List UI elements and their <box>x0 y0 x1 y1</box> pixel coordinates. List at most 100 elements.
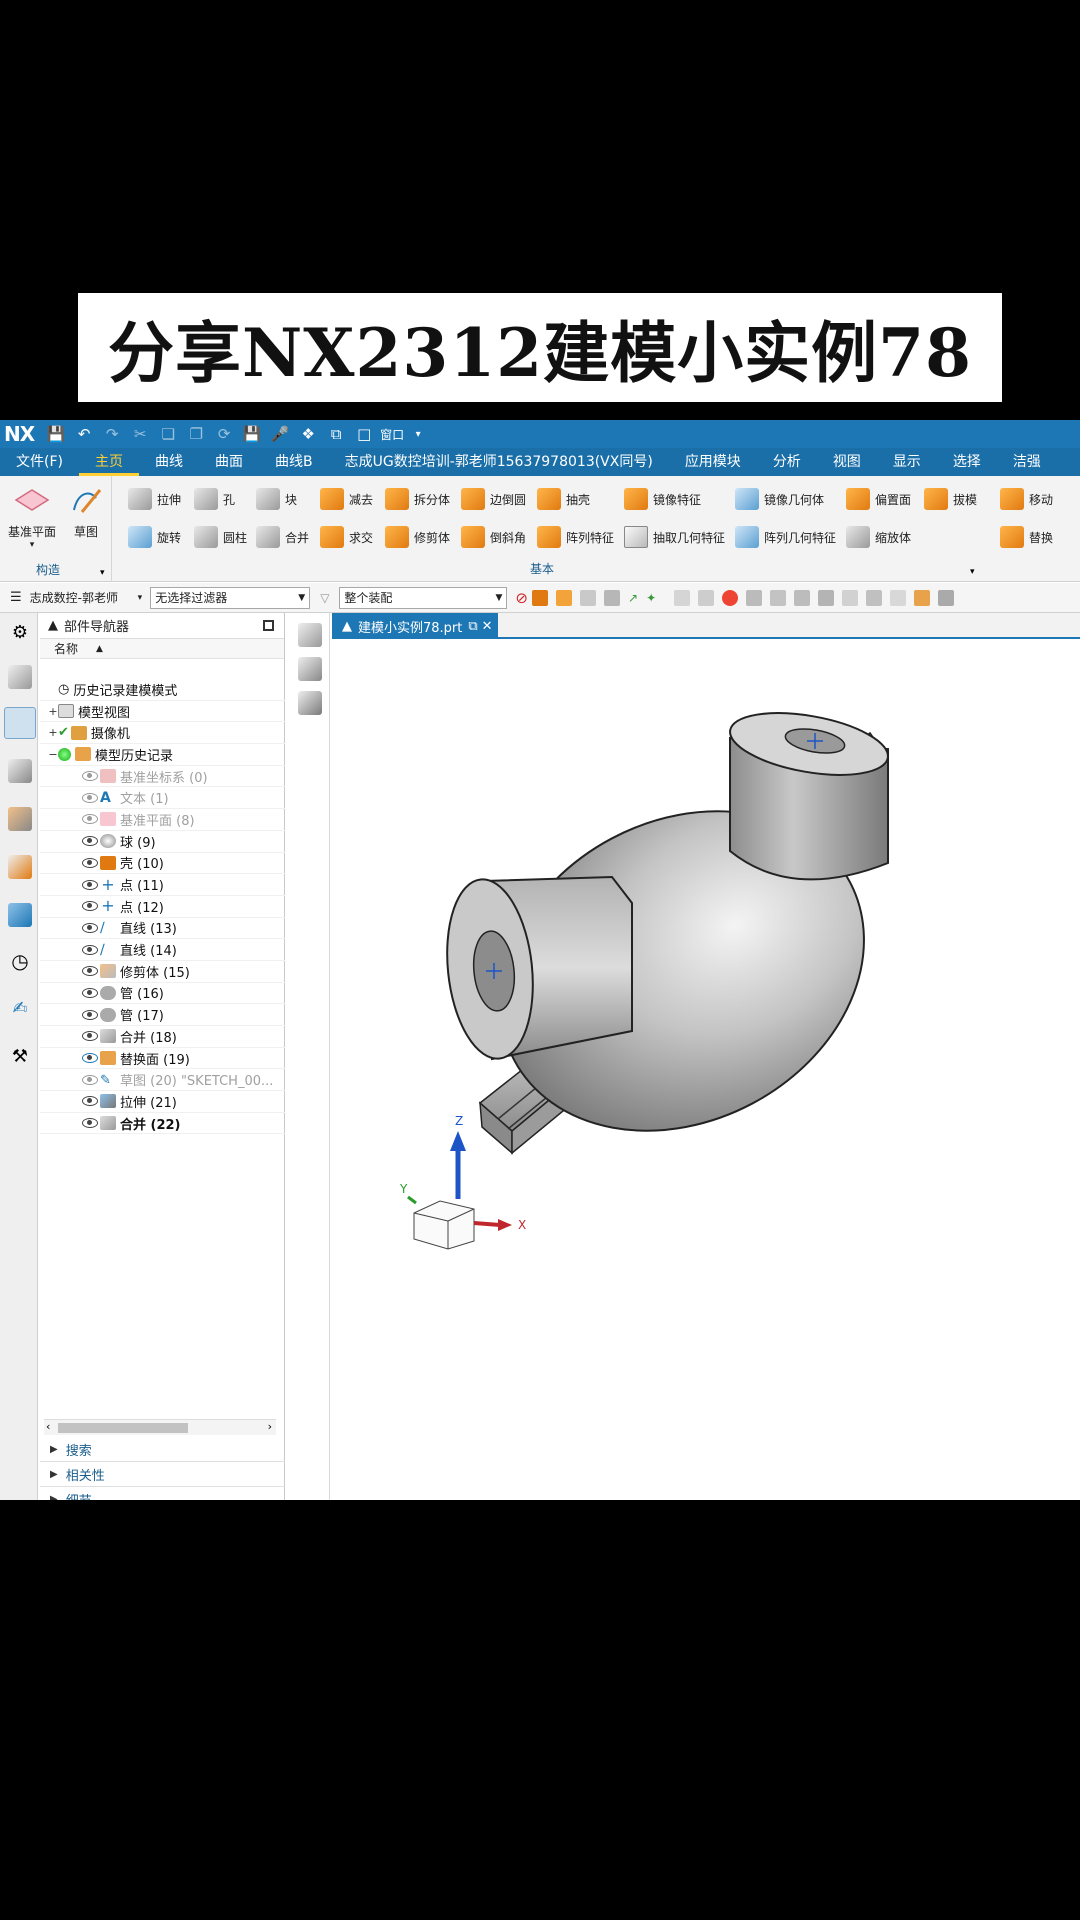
snap-midpoint-icon[interactable] <box>698 589 715 606</box>
web-browser-icon[interactable] <box>8 903 32 927</box>
tree-item-model-history[interactable]: − 模型历史记录 <box>40 744 285 766</box>
paste-icon[interactable]: ❐ <box>185 423 207 445</box>
expand-icon[interactable]: + <box>48 726 58 739</box>
tree-item-text[interactable]: A 文本 (1) <box>40 787 285 810</box>
part-navigator-icon[interactable] <box>4 707 36 739</box>
info-eye-icon[interactable] <box>82 1053 98 1064</box>
eye-icon[interactable] <box>82 922 98 933</box>
chamfer-button[interactable]: 倒斜角 <box>461 522 526 552</box>
tree-item-datum-csys[interactable]: 基准坐标系 (0) <box>40 766 285 788</box>
constraint-navigator-icon[interactable] <box>8 759 32 783</box>
navigator-properties-icon[interactable] <box>298 691 322 715</box>
scroll-left-icon[interactable]: ‹ <box>46 1420 50 1433</box>
pattern-feature-button[interactable]: 阵列特征 <box>537 522 614 552</box>
scroll-thumb[interactable] <box>58 1423 188 1433</box>
tree-item-model-views[interactable]: + 模型视图 <box>40 701 285 723</box>
collapse-icon[interactable]: − <box>48 748 58 761</box>
snap-on-curve-icon[interactable] <box>866 589 883 606</box>
chevron-down-icon[interactable]: ▾ <box>407 423 429 445</box>
hidden-eye-icon[interactable] <box>82 814 98 825</box>
snap-control-icon[interactable] <box>746 589 763 606</box>
select-feature-icon[interactable] <box>580 589 596 606</box>
tree-item-history-mode[interactable]: ◷ 历史记录建模模式 <box>40 679 285 701</box>
chevron-down-icon[interactable]: ▾ <box>970 567 975 577</box>
curve-rule-icon[interactable]: ↗ <box>628 591 638 605</box>
edge-blend-button[interactable]: 边倒圆 <box>461 484 526 514</box>
eye-icon[interactable] <box>82 901 98 912</box>
assembly-navigator-icon[interactable] <box>8 665 32 689</box>
offset-face-button[interactable]: 偏置面 <box>846 484 911 514</box>
scroll-right-icon[interactable]: › <box>268 1420 272 1433</box>
eye-icon[interactable] <box>82 857 98 868</box>
cylinder-button[interactable]: 圆柱 <box>194 522 247 552</box>
switch-window-icon[interactable]: ⧉ <box>325 423 347 445</box>
snap-bounded-icon[interactable] <box>914 589 931 606</box>
menu-custom-tab[interactable]: 志成UG数控培训-郭老师15637978013(VX同号) <box>329 448 669 476</box>
revolve-button[interactable]: 旋转 <box>128 522 181 552</box>
tree-item-tube-16[interactable]: 管 (16) <box>40 983 285 1005</box>
tree-item-cameras[interactable]: + ✔ 摄像机 <box>40 722 285 745</box>
draft-button[interactable]: 拔模 <box>924 484 977 514</box>
menu-more[interactable]: 洁强 <box>997 448 1057 476</box>
mirror-geometry-button[interactable]: 镜像几何体 <box>735 484 824 514</box>
replace-button[interactable]: 替换 <box>1000 522 1053 552</box>
unite-button[interactable]: 合并 <box>256 522 309 552</box>
snap-on-face-icon[interactable] <box>890 589 907 606</box>
popout-icon[interactable]: ⧉ <box>468 619 477 634</box>
snap-center-icon[interactable] <box>722 589 739 606</box>
subtract-button[interactable]: 减去 <box>320 484 373 514</box>
scale-body-button[interactable]: 缩放体 <box>846 522 911 552</box>
eye-icon[interactable] <box>82 944 98 955</box>
window-icon[interactable]: □ <box>353 423 375 445</box>
gear-icon[interactable]: ⚙ <box>8 621 32 645</box>
tree-item-replace-face[interactable]: 替换面 (19) <box>40 1048 285 1070</box>
measure-icon[interactable] <box>938 589 955 606</box>
menu-file[interactable]: 文件(F) <box>0 448 79 476</box>
menu-analysis[interactable]: 分析 <box>757 448 817 476</box>
cut-icon[interactable]: ✂ <box>129 423 151 445</box>
tree-item-extrude[interactable]: 拉伸 (21) <box>40 1091 285 1113</box>
hidden-eye-icon[interactable] <box>82 792 98 803</box>
menu-curve[interactable]: 曲线 <box>139 448 199 476</box>
eye-icon[interactable] <box>82 987 98 998</box>
datum-plane-button[interactable]: 基准平面 ▾ <box>6 478 58 550</box>
tree-item-point-11[interactable]: + 点 (11) <box>40 874 285 896</box>
tree-item-shell[interactable]: 壳 (10) <box>40 853 285 875</box>
tree-item-sketch[interactable]: ✎ 草图 (20) "SKETCH_00... <box>40 1069 285 1092</box>
role-dropdown[interactable]: 志成数控-郭老师 <box>30 589 138 606</box>
tree-item-unite-22[interactable]: 合并 (22) <box>40 1113 285 1135</box>
block-button[interactable]: 块 <box>256 484 297 514</box>
move-button[interactable]: 移动 <box>1000 484 1053 514</box>
tree-item-sphere[interactable]: 球 (9) <box>40 831 285 853</box>
tree-item-tube-17[interactable]: 管 (17) <box>40 1004 285 1026</box>
eye-icon[interactable] <box>82 1031 98 1042</box>
sketch-button[interactable]: 草图 <box>60 478 112 540</box>
menu-select[interactable]: 选择 <box>937 448 997 476</box>
maximize-icon[interactable] <box>263 620 274 631</box>
redo-icon[interactable]: ↷ <box>101 423 123 445</box>
eye-icon[interactable] <box>82 1118 98 1129</box>
point-snap-icon[interactable]: ✦ <box>646 591 656 605</box>
deselect-all-icon[interactable]: ⊘ <box>515 589 528 607</box>
hidden-eye-icon[interactable] <box>82 1074 98 1085</box>
tree-item-line-14[interactable]: ∕ 直线 (14) <box>40 939 285 961</box>
save-icon[interactable]: 💾 <box>45 423 67 445</box>
snap-endpoint-icon[interactable] <box>674 589 691 606</box>
tree-item-trim-body[interactable]: 修剪体 (15) <box>40 961 285 983</box>
intersect-button[interactable]: 求交 <box>320 522 373 552</box>
snap-arc-icon[interactable] <box>794 589 811 606</box>
select-body-icon[interactable] <box>532 589 548 606</box>
select-solid-icon[interactable] <box>604 589 620 606</box>
graphics-window[interactable]: Z X Y <box>332 641 1080 1500</box>
shell-button[interactable]: 抽壳 <box>537 484 590 514</box>
mirror-feature-button[interactable]: 镜像特征 <box>624 484 701 514</box>
select-face-icon[interactable] <box>556 589 572 606</box>
scope-select[interactable]: 整个装配 ▼ <box>339 586 508 609</box>
horizontal-scrollbar[interactable]: ‹ › <box>44 1419 276 1435</box>
menu-surface[interactable]: 曲面 <box>199 448 259 476</box>
menu-applications[interactable]: 应用模块 <box>669 448 757 476</box>
chevron-down-icon[interactable]: ▾ <box>100 568 105 578</box>
save-all-icon[interactable]: 💾 <box>241 423 263 445</box>
menu-icon[interactable]: ☰ <box>10 590 22 605</box>
tree-item-datum-plane[interactable]: 基准平面 (8) <box>40 809 285 831</box>
